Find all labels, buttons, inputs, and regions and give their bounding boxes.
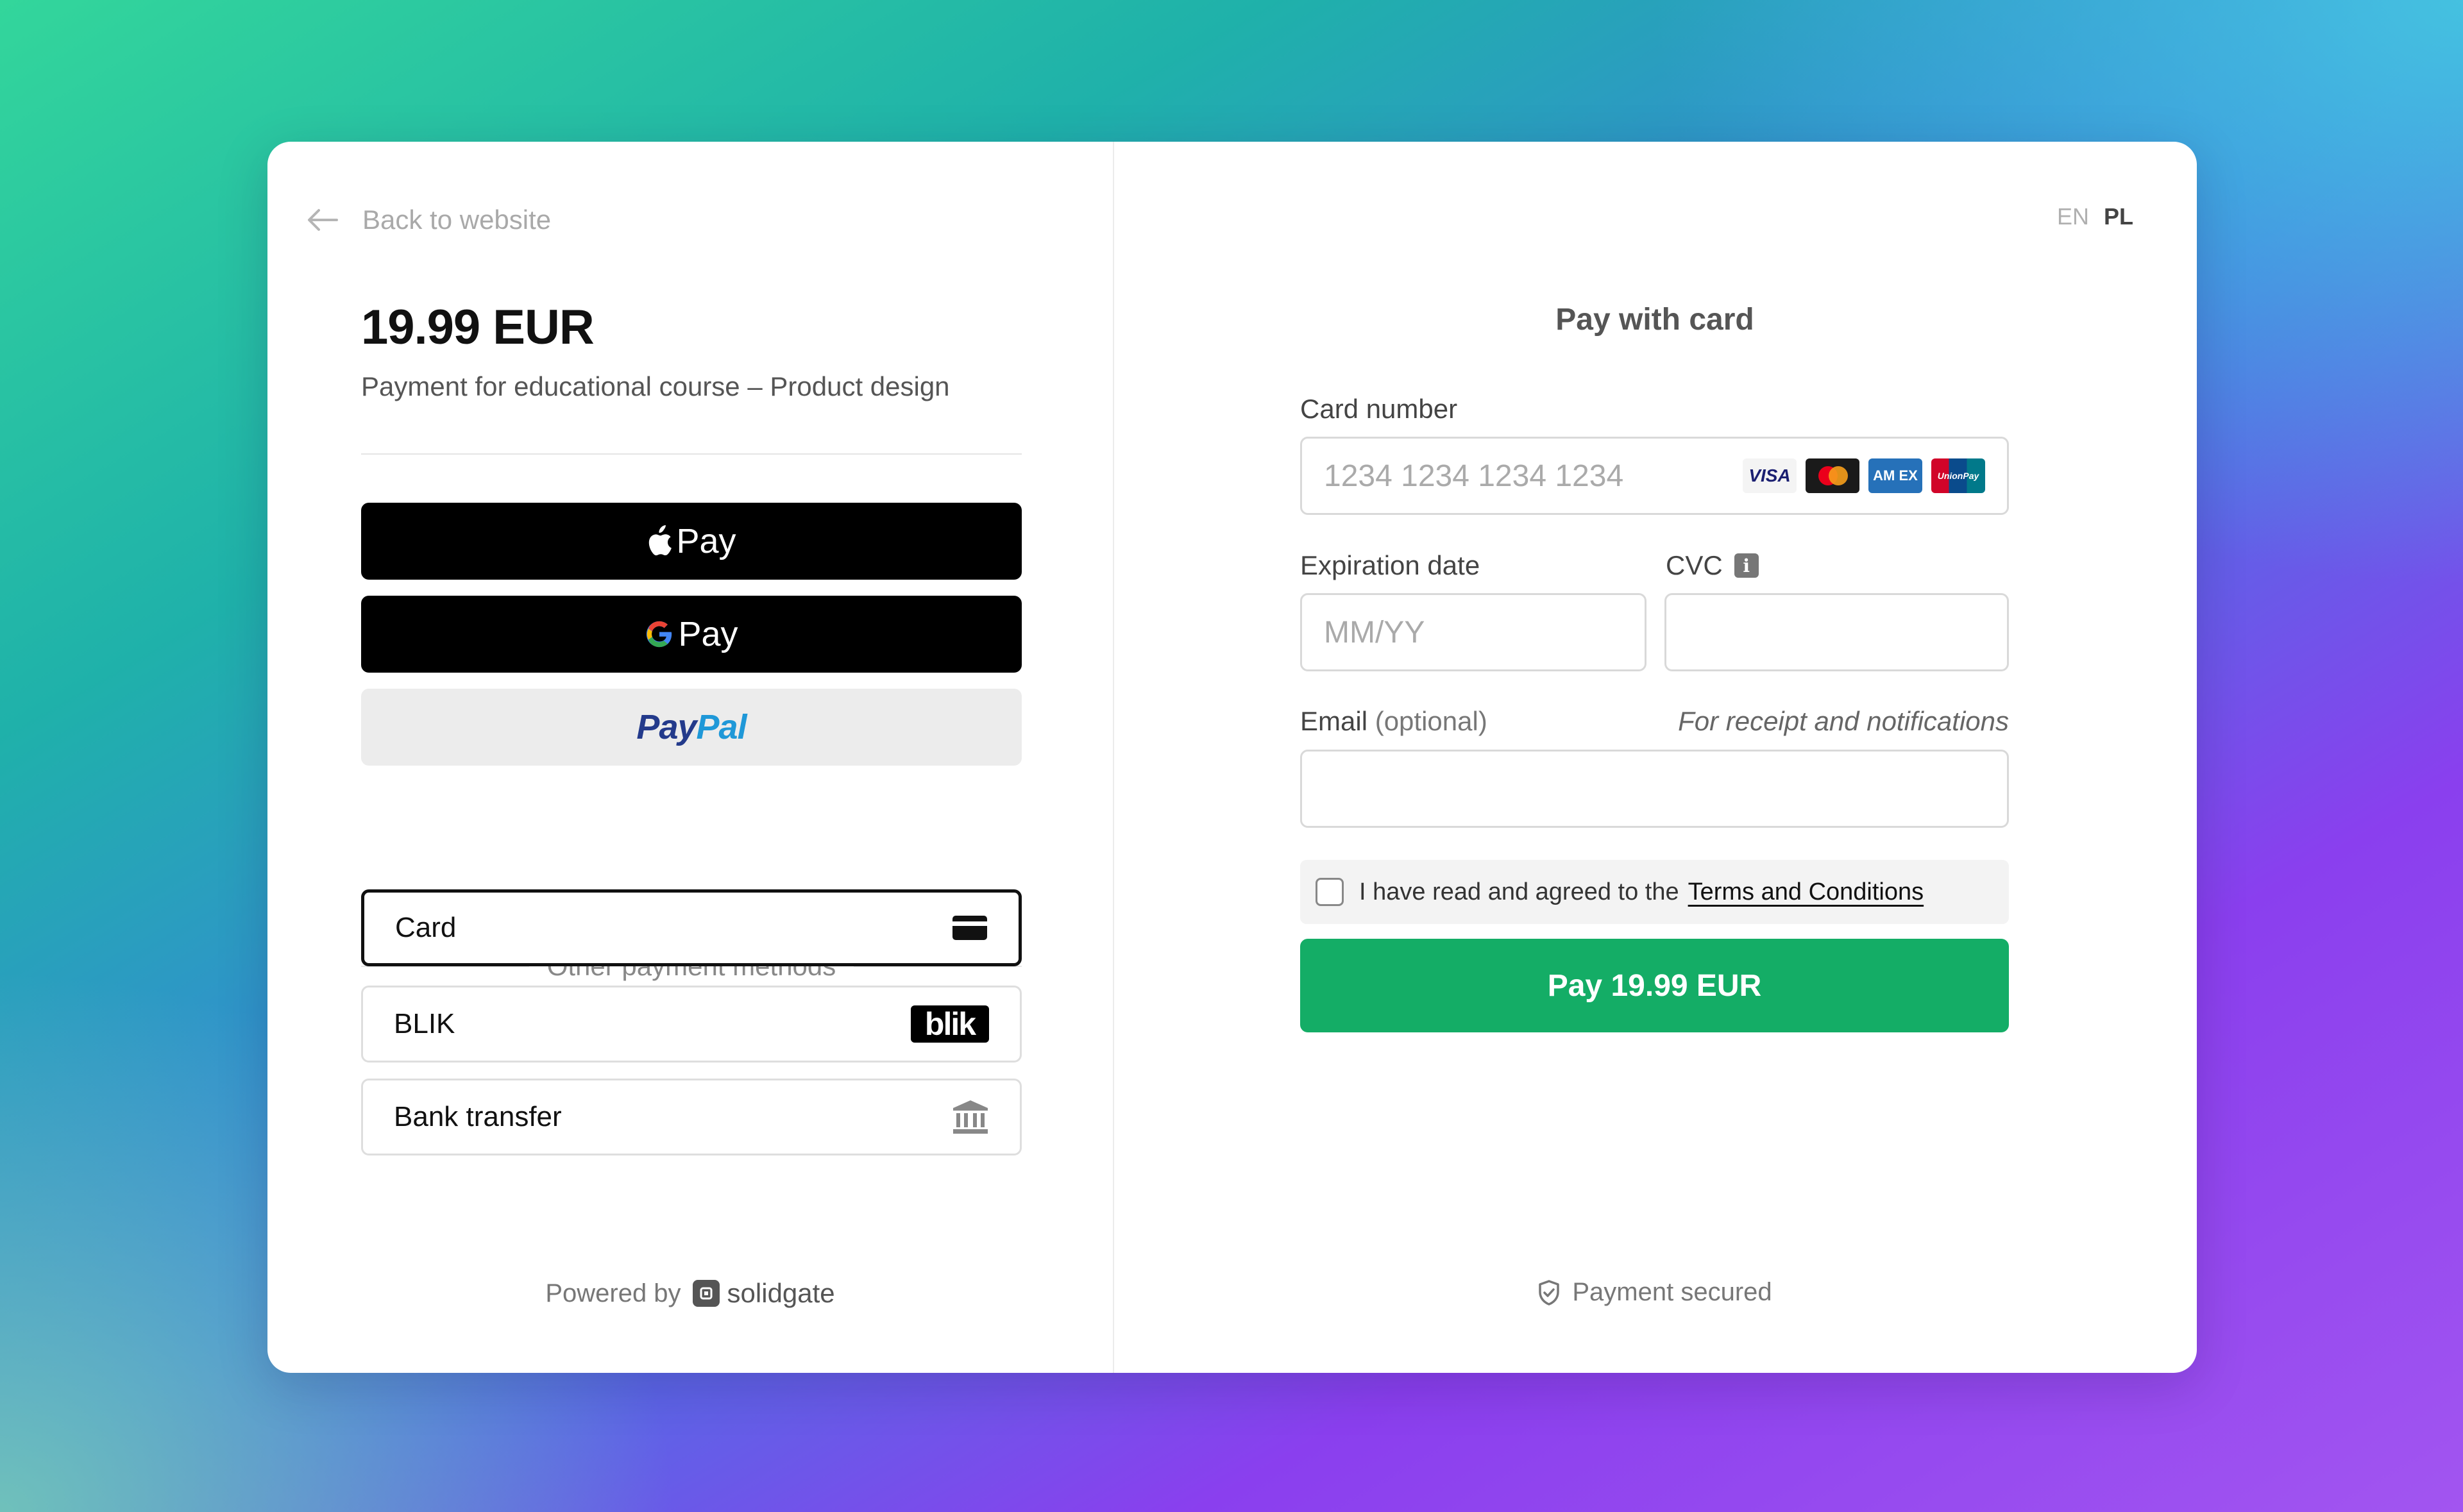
- cvc-label: CVC: [1666, 550, 1723, 580]
- payment-secured: Payment secured: [1113, 1278, 2197, 1307]
- solidgate-icon: [692, 1280, 720, 1307]
- email-hint: For receipt and notifications: [1678, 706, 2009, 736]
- cvc-label-group: CVC i: [1666, 550, 1759, 581]
- payment-method-blik[interactable]: BLIK blik: [361, 986, 1022, 1063]
- unionpay-icon: UnionPay: [1931, 458, 1985, 493]
- solidgate-name: solidgate: [727, 1278, 835, 1308]
- method-label: BLIK: [394, 1008, 455, 1039]
- apple-pay-button[interactable]: Pay: [361, 503, 1022, 580]
- expiration-date-input[interactable]: MM/YY: [1300, 593, 1646, 671]
- pay-with-card-title: Pay with card: [1555, 303, 1754, 337]
- terms-checkbox[interactable]: [1316, 878, 1344, 906]
- google-g-icon: [647, 621, 672, 648]
- back-to-website-link[interactable]: Back to website: [306, 205, 551, 235]
- language-en[interactable]: EN: [2057, 203, 2089, 230]
- terms-link[interactable]: Terms and Conditions: [1688, 878, 1924, 905]
- google-pay-label: Pay: [678, 615, 738, 653]
- credit-card-icon: [952, 916, 987, 940]
- terms-text: I have read and agreed to the Terms and C…: [1359, 878, 1924, 905]
- back-label: Back to website: [362, 205, 552, 235]
- payment-method-card[interactable]: Card: [361, 889, 1022, 966]
- info-icon[interactable]: i: [1734, 553, 1759, 578]
- amex-icon: AM EX: [1868, 458, 1922, 493]
- shield-check-icon: [1539, 1279, 1560, 1306]
- apple-pay-label: Pay: [676, 522, 736, 560]
- visa-icon: VISA: [1743, 458, 1797, 493]
- payment-secured-label: Payment secured: [1572, 1278, 1772, 1306]
- payment-method-bank-transfer[interactable]: Bank transfer: [361, 1079, 1022, 1155]
- google-pay-button[interactable]: Pay: [361, 596, 1022, 673]
- method-label: Card: [395, 912, 457, 943]
- terms-agreement: I have read and agreed to the Terms and C…: [1300, 860, 2009, 924]
- bank-icon: [953, 1100, 988, 1134]
- arrow-left-icon: [308, 209, 338, 231]
- apple-icon: [649, 525, 672, 556]
- blik-logo: blik: [911, 1005, 989, 1043]
- order-description: Payment for educational course – Product…: [361, 371, 950, 401]
- paypal-logo: PayPal: [636, 708, 747, 746]
- mastercard-icon: [1806, 458, 1859, 493]
- pay-button[interactable]: Pay 19.99 EUR: [1300, 939, 2009, 1032]
- summary-divider: [361, 453, 1022, 455]
- card-brands: VISA AM EX UnionPay: [1743, 458, 1985, 493]
- language-pl[interactable]: PL: [2104, 203, 2133, 230]
- powered-by-label: Powered by: [545, 1279, 681, 1307]
- email-input[interactable]: [1300, 750, 2009, 828]
- card-number-label: Card number: [1300, 394, 1458, 424]
- method-label: Bank transfer: [394, 1101, 562, 1132]
- expiration-date-label: Expiration date: [1300, 550, 1480, 580]
- powered-by: Powered by solidgate: [267, 1278, 1113, 1309]
- card-number-input[interactable]: 1234 1234 1234 1234 VISA AM EX UnionPay: [1300, 437, 2009, 515]
- cvc-input[interactable]: [1664, 593, 2009, 671]
- order-amount: 19.99 EUR: [361, 300, 595, 355]
- expiration-placeholder: MM/YY: [1324, 615, 1425, 650]
- card-number-placeholder: 1234 1234 1234 1234: [1324, 458, 1624, 493]
- solidgate-logo[interactable]: solidgate: [692, 1278, 835, 1309]
- checkout-card: Back to website 19.99 EUR Payment for ed…: [267, 142, 2197, 1373]
- paypal-button[interactable]: PayPal: [361, 689, 1022, 766]
